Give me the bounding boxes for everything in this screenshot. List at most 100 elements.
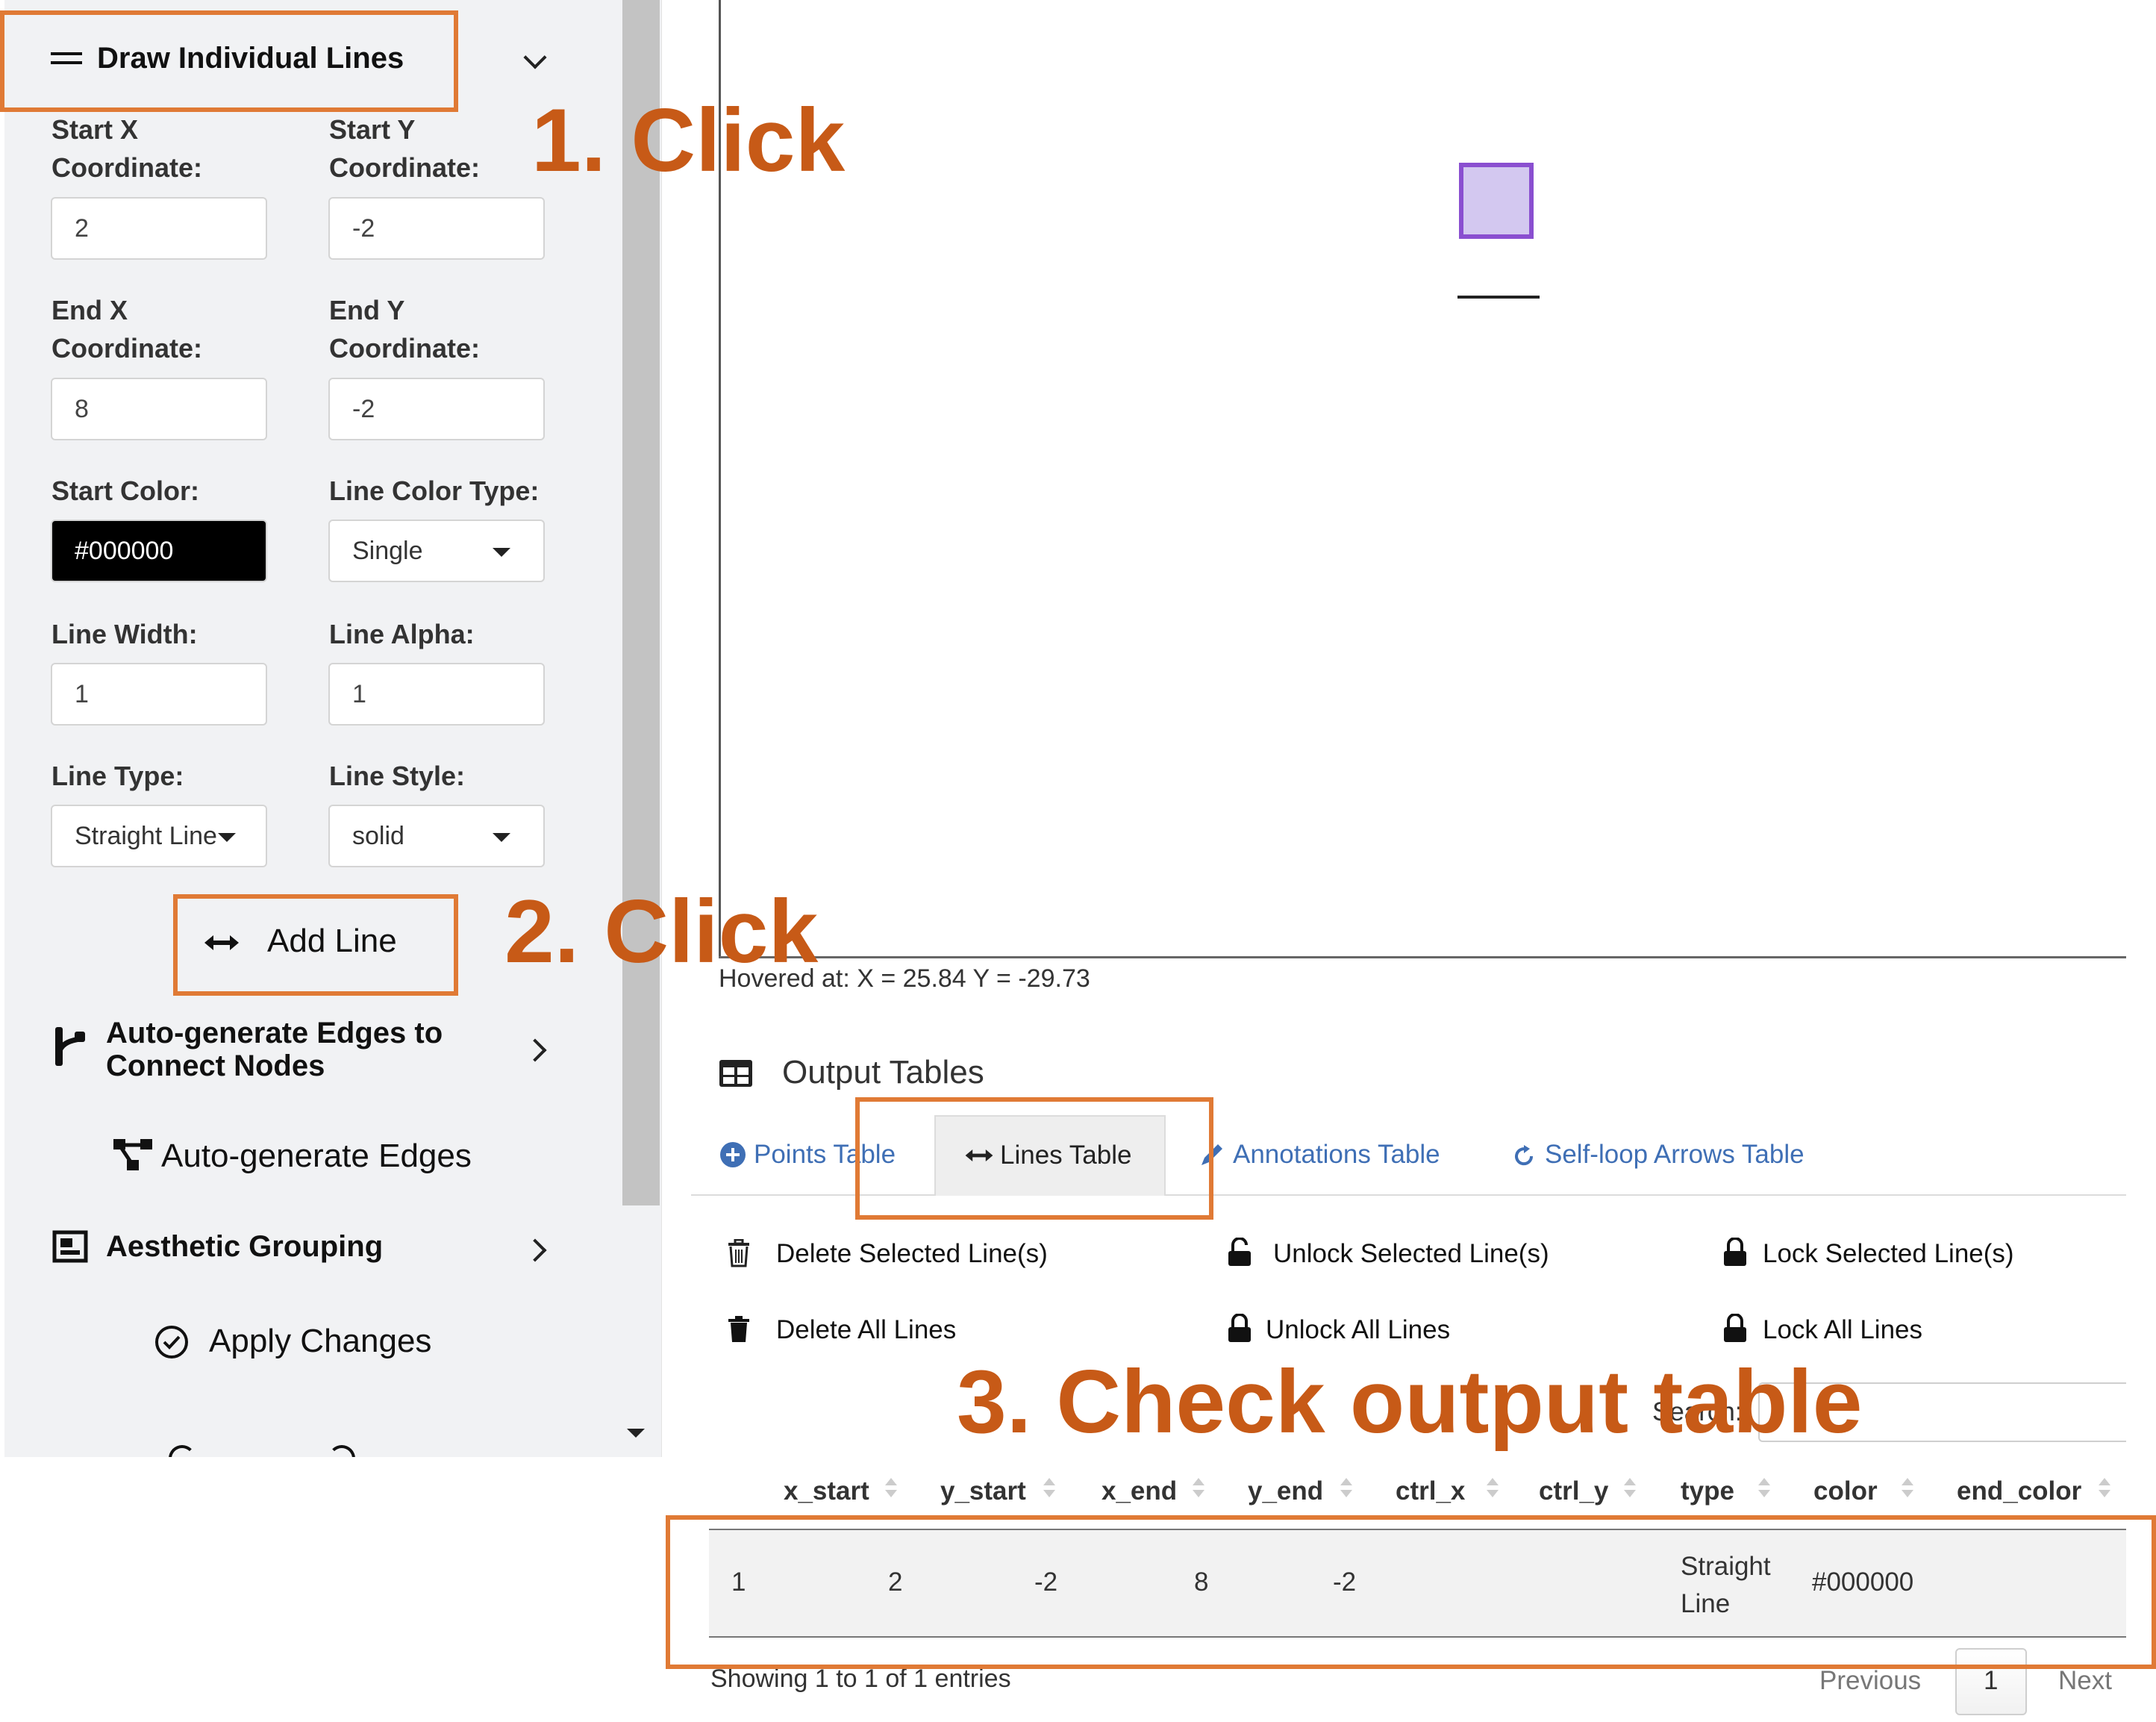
check-circle-icon bbox=[155, 1326, 188, 1358]
delete-all-lines-button[interactable]: Delete All Lines bbox=[725, 1312, 1084, 1350]
lock-icon bbox=[1228, 1314, 1251, 1342]
highlight-add-line bbox=[173, 894, 458, 996]
highlight-lines-tab bbox=[855, 1097, 1213, 1220]
image-group-icon bbox=[52, 1230, 88, 1263]
sort-icon bbox=[1624, 1490, 1636, 1497]
sort-icon bbox=[1043, 1490, 1055, 1497]
output-tables-title: Output Tables bbox=[782, 1054, 984, 1091]
undo-redo-partial bbox=[164, 1444, 463, 1457]
chevron-right-icon[interactable] bbox=[523, 1238, 547, 1262]
annotation-step-2: 2. Click bbox=[504, 882, 819, 982]
line-style-label: Line Style: bbox=[329, 761, 466, 791]
col-ctrl-x[interactable]: ctrl_x bbox=[1396, 1476, 1465, 1506]
annotation-step-1: 1. Click bbox=[531, 90, 846, 190]
autogen-edges-label: Auto-generate Edges bbox=[161, 1138, 472, 1174]
pagination-next[interactable]: Next bbox=[2058, 1666, 2112, 1696]
unlock-selected-label: Unlock Selected Line(s) bbox=[1273, 1239, 1549, 1268]
start-y-label: Start Y Coordinate: bbox=[329, 114, 480, 183]
delete-all-label: Delete All Lines bbox=[776, 1315, 957, 1344]
start-color-label: Start Color: bbox=[51, 475, 199, 506]
sort-icon bbox=[1624, 1478, 1636, 1485]
sort-icon bbox=[1193, 1490, 1204, 1497]
col-type[interactable]: type bbox=[1681, 1476, 1734, 1506]
aesthetic-grouping-title[interactable]: Aesthetic Grouping bbox=[106, 1230, 383, 1264]
line-color-type-label: Line Color Type: bbox=[329, 475, 540, 506]
plot-line[interactable] bbox=[1457, 296, 1540, 299]
pagination-previous[interactable]: Previous bbox=[1819, 1666, 1921, 1696]
sort-icon bbox=[1340, 1478, 1352, 1485]
sidebar: Draw Individual Lines Start X Coordinate:… bbox=[4, 0, 662, 1457]
col-ctrl-y[interactable]: ctrl_y bbox=[1539, 1476, 1608, 1506]
caret-down-icon bbox=[493, 833, 510, 842]
delete-selected-lines-button[interactable]: Delete Selected Line(s) bbox=[725, 1236, 1143, 1273]
sort-icon bbox=[1902, 1490, 1913, 1497]
pagination-page-label: 1 bbox=[1984, 1666, 1999, 1695]
line-style-select[interactable]: solid bbox=[328, 805, 545, 867]
trash-icon bbox=[728, 1316, 749, 1342]
sort-icon bbox=[1902, 1478, 1913, 1485]
line-width-label: Line Width: bbox=[51, 619, 198, 649]
col-x-end[interactable]: x_end bbox=[1102, 1476, 1177, 1506]
line-alpha-input[interactable]: 1 bbox=[328, 663, 545, 726]
sort-icon bbox=[2099, 1478, 2110, 1485]
autogen-edges-button[interactable]: Auto-generate Edges bbox=[112, 1133, 515, 1178]
annotation-step-3: 3. Check output table bbox=[957, 1352, 1863, 1452]
lock-selected-lines-button[interactable]: Lock Selected Line(s) bbox=[1721, 1236, 2124, 1273]
sort-icon bbox=[885, 1490, 897, 1497]
line-type-label: Line Type: bbox=[51, 761, 184, 791]
start-x-input[interactable]: 2 bbox=[51, 197, 267, 260]
line-type-value: Straight Line bbox=[75, 822, 217, 850]
apply-changes-label: Apply Changes bbox=[209, 1323, 432, 1359]
line-type-select[interactable]: Straight Line bbox=[51, 805, 267, 867]
line-color-type-select[interactable]: Single bbox=[328, 520, 545, 582]
tab-self-loop-label: Self-loop Arrows Table bbox=[1545, 1140, 1805, 1169]
chevron-down-icon[interactable] bbox=[523, 46, 547, 69]
sort-icon bbox=[1758, 1490, 1770, 1497]
sort-icon bbox=[1043, 1478, 1055, 1485]
unlock-selected-lines-button[interactable]: Unlock Selected Line(s) bbox=[1225, 1236, 1643, 1273]
lock-icon bbox=[1724, 1314, 1746, 1342]
lock-all-lines-button[interactable]: Lock All Lines bbox=[1721, 1312, 2079, 1350]
plot-node[interactable] bbox=[1459, 163, 1534, 239]
end-y-input[interactable]: -2 bbox=[328, 378, 545, 440]
delete-selected-label: Delete Selected Line(s) bbox=[776, 1239, 1048, 1268]
col-y-end[interactable]: y_end bbox=[1248, 1476, 1323, 1506]
sort-icon bbox=[1193, 1478, 1204, 1485]
start-color-input[interactable]: #000000 bbox=[51, 520, 267, 582]
unlock-all-lines-button[interactable]: Unlock All Lines bbox=[1225, 1312, 1584, 1350]
col-color[interactable]: color bbox=[1813, 1476, 1878, 1506]
plus-circle-icon bbox=[720, 1142, 746, 1167]
unlock-icon bbox=[1228, 1238, 1251, 1266]
line-style-value: solid bbox=[352, 822, 404, 850]
line-width-input[interactable]: 1 bbox=[51, 663, 267, 726]
tab-annotations-label: Annotations Table bbox=[1233, 1140, 1440, 1169]
network-icon bbox=[113, 1139, 152, 1170]
highlight-output-row bbox=[666, 1515, 2156, 1669]
highlight-draw-lines bbox=[0, 10, 458, 112]
sort-icon bbox=[2099, 1490, 2110, 1497]
chevron-right-icon[interactable] bbox=[523, 1038, 547, 1062]
sort-icon bbox=[1487, 1490, 1499, 1497]
trash-outline-icon bbox=[728, 1239, 749, 1267]
lock-selected-label: Lock Selected Line(s) bbox=[1763, 1239, 2014, 1268]
line-color-type-value: Single bbox=[352, 537, 423, 565]
col-end-color[interactable]: end_color bbox=[1957, 1476, 2081, 1506]
start-y-input[interactable]: -2 bbox=[328, 197, 545, 260]
end-x-input[interactable]: 8 bbox=[51, 378, 267, 440]
unlock-all-label: Unlock All Lines bbox=[1266, 1315, 1451, 1344]
lock-icon bbox=[1724, 1238, 1746, 1266]
sort-icon bbox=[1487, 1478, 1499, 1485]
table-icon bbox=[719, 1060, 752, 1087]
col-x-start[interactable]: x_start bbox=[784, 1476, 869, 1506]
line-alpha-label: Line Alpha: bbox=[329, 619, 475, 649]
end-x-label: End X Coordinate: bbox=[51, 295, 202, 364]
lock-all-label: Lock All Lines bbox=[1763, 1315, 1923, 1344]
col-y-start[interactable]: y_start bbox=[940, 1476, 1026, 1506]
plot-bottom-axis bbox=[719, 956, 2126, 958]
sort-icon bbox=[885, 1478, 897, 1485]
autogen-section-title[interactable]: Auto-generate Edges to Connect Nodes bbox=[106, 1017, 443, 1082]
sort-icon bbox=[1758, 1478, 1770, 1485]
apply-changes-button[interactable]: Apply Changes bbox=[154, 1318, 467, 1366]
end-y-label: End Y Coordinate: bbox=[329, 295, 480, 364]
scroll-down-arrow[interactable] bbox=[627, 1429, 645, 1438]
